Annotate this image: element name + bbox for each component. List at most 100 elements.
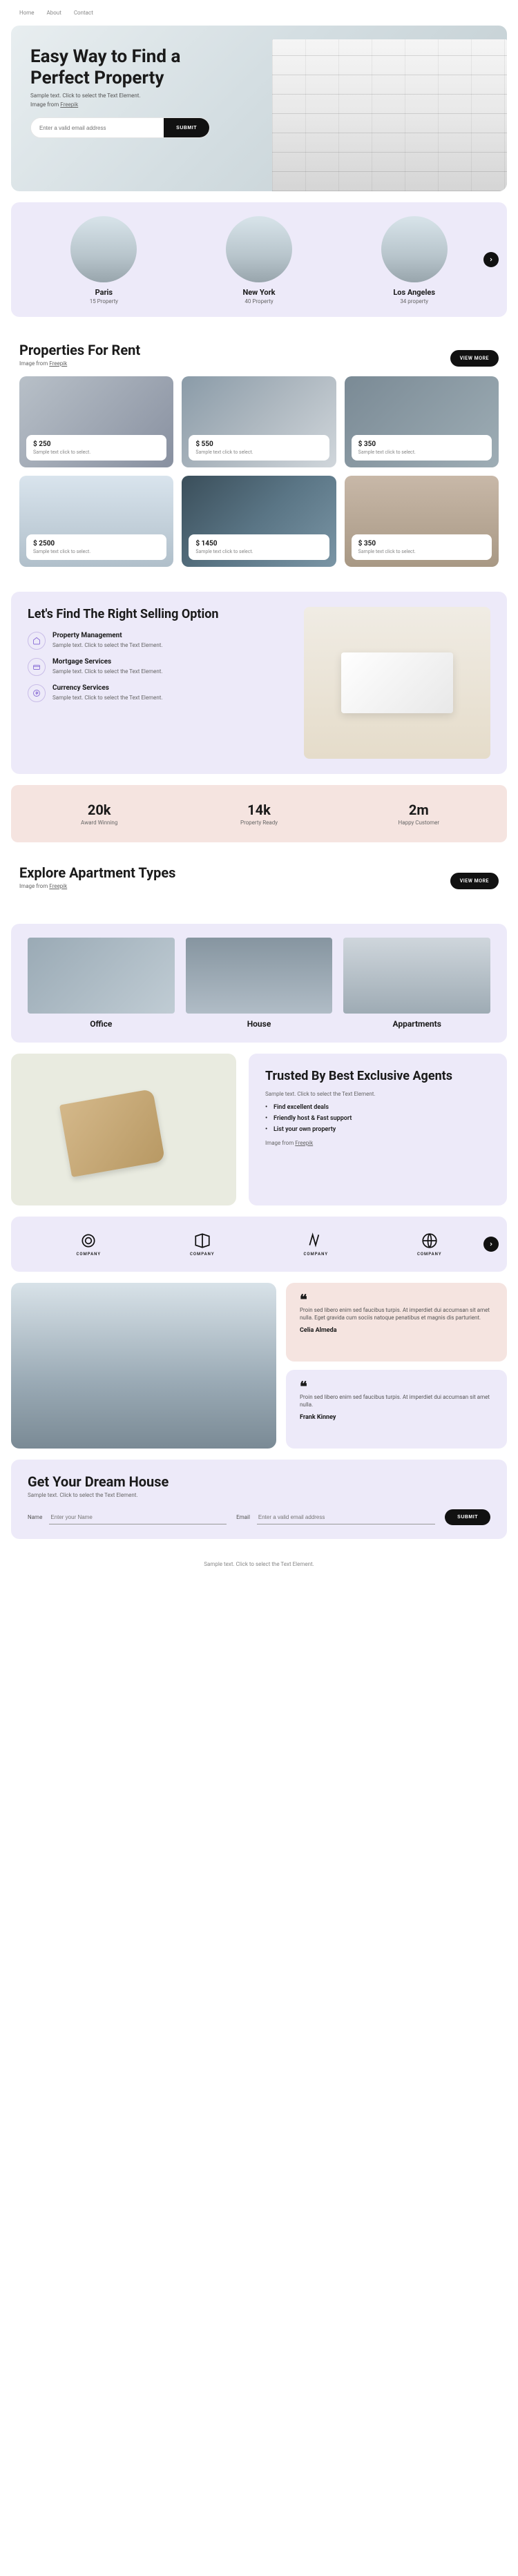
property-card[interactable]: $ 2500 Sample text click to select.: [19, 476, 173, 567]
trusted-bullets: Find excellent deals Friendly host & Fas…: [265, 1104, 490, 1133]
name-label: Name: [28, 1514, 42, 1520]
type-card[interactable]: House: [186, 938, 333, 1029]
footer-subhead: Sample text. Click to select the Text El…: [28, 1492, 490, 1498]
cities-next-arrow[interactable]: [483, 252, 499, 267]
company-logo-icon: [79, 1232, 97, 1250]
property-card[interactable]: $ 350 Sample text click to select.: [345, 476, 499, 567]
footer-submit-button[interactable]: SUBMIT: [445, 1509, 490, 1525]
nav-link-contact[interactable]: Contact: [74, 10, 93, 16]
city-name: Paris: [30, 288, 178, 297]
hero-subtitle: Sample text. Click to select the Text El…: [30, 93, 213, 99]
hero-email-form: SUBMIT: [30, 117, 210, 138]
company-logo-icon: [193, 1232, 211, 1250]
property-desc: Sample text click to select.: [358, 549, 485, 554]
property-desc: Sample text click to select.: [195, 549, 322, 554]
hero-attr-link[interactable]: Freepik: [60, 101, 78, 108]
name-input[interactable]: [49, 1511, 227, 1524]
type-image: [186, 938, 333, 1014]
hero-title: Easy Way to Find a Perfect Property: [30, 46, 213, 88]
cities-carousel: Paris 15 Property New York 40 Property L…: [11, 202, 507, 317]
types-heading: Explore Apartment Types: [19, 864, 175, 881]
nav-link-home[interactable]: Home: [19, 10, 35, 16]
city-card[interactable]: Paris 15 Property: [30, 216, 178, 304]
type-image: [343, 938, 490, 1014]
nav-link-about[interactable]: About: [47, 10, 61, 16]
selling-feature-title: Mortgage Services: [52, 658, 163, 666]
company-logo: COMPANY: [146, 1232, 260, 1257]
quote-icon: ❝: [300, 1295, 493, 1304]
selling-heading: Let's Find The Right Selling Option: [28, 607, 290, 622]
trusted-section: Trusted By Best Exclusive Agents Sample …: [11, 1054, 507, 1205]
mortgage-icon: [28, 658, 46, 676]
trusted-keys-image: [11, 1054, 236, 1205]
rent-attr-link[interactable]: Freepik: [49, 360, 67, 367]
city-count: 15 Property: [30, 298, 178, 304]
selling-feature-desc: Sample text. Click to select the Text El…: [52, 694, 163, 701]
property-mgmt-icon: [28, 632, 46, 650]
property-card[interactable]: $ 350 Sample text click to select.: [345, 376, 499, 467]
trusted-desc: Sample text. Click to select the Text El…: [265, 1091, 490, 1097]
type-card[interactable]: Office: [28, 938, 175, 1029]
chevron-right-icon: [488, 257, 494, 262]
testimonial-text: Proin sed libero enim sed faucibus turpi…: [300, 1393, 493, 1408]
property-price: $ 250: [33, 440, 160, 448]
selling-feature: Currency Services Sample text. Click to …: [28, 684, 290, 702]
selling-image: [304, 607, 490, 759]
property-price: $ 350: [358, 440, 485, 448]
types-attribution: Image from Freepik: [19, 883, 175, 889]
footnote: Sample text. Click to select the Text El…: [0, 1550, 518, 1584]
trusted-bullet: List your own property: [265, 1126, 490, 1133]
testimonial-author: Celia Almeda: [300, 1327, 493, 1334]
company-logo: COMPANY: [32, 1232, 146, 1257]
chevron-right-icon: [488, 1241, 494, 1247]
type-card[interactable]: Appartments: [343, 938, 490, 1029]
property-desc: Sample text click to select.: [195, 449, 322, 455]
types-view-more-button[interactable]: VIEW MORE: [450, 873, 499, 889]
selling-section: Let's Find The Right Selling Option Prop…: [11, 592, 507, 774]
stat-item: 2m Happy Customer: [339, 802, 499, 826]
hero-image-attribution: Image from Freepik: [30, 101, 213, 108]
stats-section: 20k Award Winning 14k Property Ready 2m …: [11, 785, 507, 842]
footer-heading: Get Your Dream House: [28, 1473, 490, 1490]
stat-value: 14k: [179, 802, 338, 818]
company-logo: COMPANY: [373, 1232, 487, 1257]
rent-heading: Properties For Rent: [19, 342, 140, 358]
trusted-attr-link[interactable]: Freepik: [295, 1140, 313, 1146]
footer-email-input[interactable]: [257, 1511, 435, 1524]
logos-next-arrow[interactable]: [483, 1237, 499, 1252]
property-card[interactable]: $ 250 Sample text click to select.: [19, 376, 173, 467]
hero-email-input[interactable]: [31, 118, 164, 137]
quote-icon: ❝: [300, 1382, 493, 1391]
company-logo: COMPANY: [259, 1232, 373, 1257]
hero-submit-button[interactable]: SUBMIT: [164, 118, 209, 137]
rent-view-more-button[interactable]: VIEW MORE: [450, 350, 499, 367]
property-price: $ 2500: [33, 540, 160, 548]
stat-item: 20k Award Winning: [19, 802, 179, 826]
types-attr-link[interactable]: Freepik: [49, 883, 67, 889]
city-card[interactable]: New York 40 Property: [186, 216, 333, 304]
currency-icon: [28, 684, 46, 702]
stat-value: 20k: [19, 802, 179, 818]
selling-feature-title: Currency Services: [52, 684, 163, 692]
property-card[interactable]: $ 1450 Sample text click to select.: [182, 476, 336, 567]
trusted-attribution: Image from Freepik: [265, 1140, 490, 1146]
selling-feature-desc: Sample text. Click to select the Text El…: [52, 641, 163, 649]
property-card[interactable]: $ 550 Sample text click to select.: [182, 376, 336, 467]
hero-building-image: [272, 39, 507, 191]
property-desc: Sample text click to select.: [33, 449, 160, 455]
dream-house-section: Get Your Dream House Sample text. Click …: [11, 1460, 507, 1539]
city-card[interactable]: Los Angeles 34 property: [340, 216, 488, 304]
property-price: $ 1450: [195, 540, 322, 548]
email-label: Email: [236, 1514, 250, 1520]
type-image: [28, 938, 175, 1014]
type-label: House: [186, 1019, 333, 1029]
testimonial-house-image: [11, 1283, 276, 1449]
city-name: Los Angeles: [340, 288, 488, 297]
stat-item: 14k Property Ready: [179, 802, 338, 826]
type-label: Office: [28, 1019, 175, 1029]
property-desc: Sample text click to select.: [33, 549, 160, 554]
testimonial-text: Proin sed libero enim sed faucibus turpi…: [300, 1306, 493, 1321]
property-desc: Sample text click to select.: [358, 449, 485, 455]
city-count: 40 Property: [186, 298, 333, 304]
city-image: [381, 216, 448, 282]
